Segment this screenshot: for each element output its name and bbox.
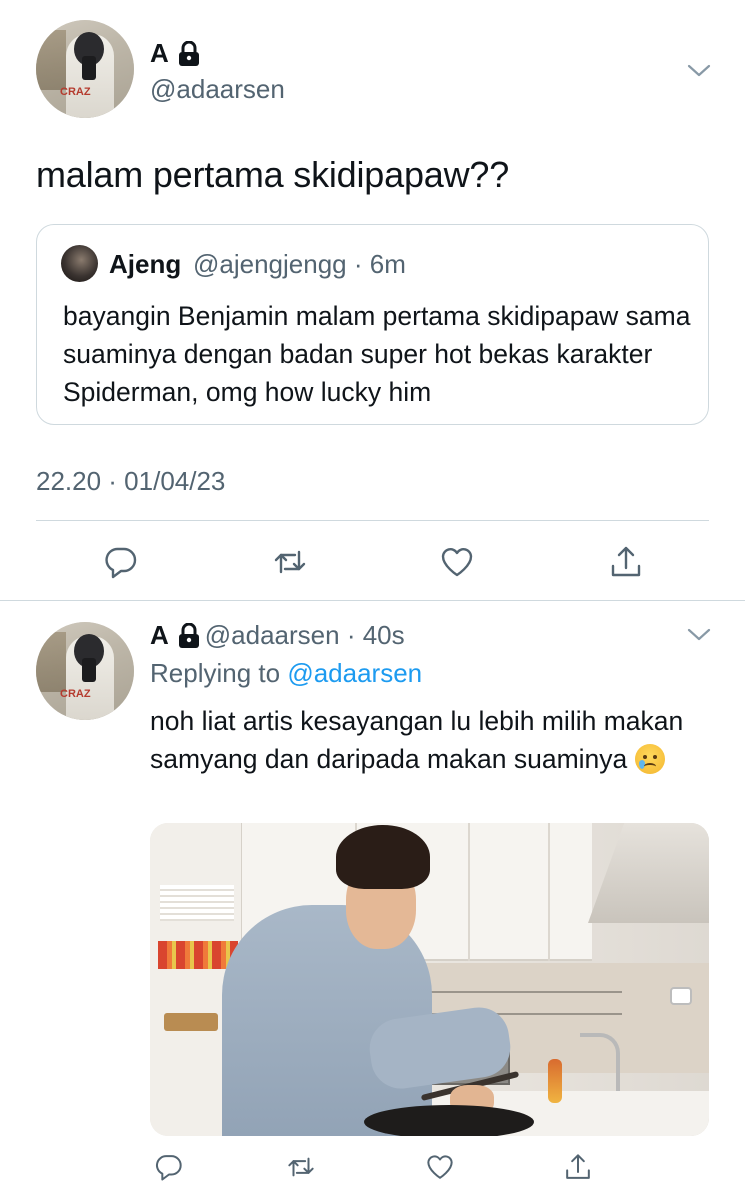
quoted-tweet[interactable]: Ajeng @ajengjengg · 6m bayangin Benjamin… bbox=[36, 224, 709, 425]
face-holding-back-tears-emoji bbox=[634, 744, 665, 774]
reply-image[interactable] bbox=[150, 823, 709, 1136]
author-name[interactable]: A bbox=[150, 38, 169, 69]
like-icon[interactable] bbox=[439, 544, 475, 580]
author-name-row[interactable]: A bbox=[150, 38, 199, 69]
divider bbox=[36, 520, 709, 521]
chevron-down-icon[interactable] bbox=[686, 626, 712, 644]
share-icon[interactable] bbox=[563, 1152, 593, 1182]
reply-icon[interactable] bbox=[103, 544, 139, 580]
reply-author-handle: @adaarsen · 40s bbox=[204, 620, 405, 650]
reply-author-avatar[interactable]: CRAZ bbox=[36, 622, 134, 720]
chevron-down-icon[interactable] bbox=[686, 62, 712, 80]
retweet-icon[interactable] bbox=[272, 544, 308, 580]
tweet-timestamp[interactable]: 22.20 · 01/04/23 bbox=[36, 466, 225, 497]
replying-to-line: Replying to @adaarsen bbox=[150, 658, 422, 689]
reply-author-name-row[interactable]: A @adaarsen · 40s bbox=[150, 620, 405, 651]
retweet-icon[interactable] bbox=[286, 1152, 316, 1182]
reply-icon[interactable] bbox=[154, 1152, 184, 1182]
tweet-separator bbox=[0, 600, 745, 601]
replying-to-link[interactable]: @adaarsen bbox=[287, 658, 422, 688]
reply-author-name[interactable]: A bbox=[150, 620, 169, 651]
quoted-tweet-text: bayangin Benjamin malam pertama skidipap… bbox=[63, 301, 691, 407]
author-handle[interactable]: @adaarsen bbox=[150, 74, 285, 105]
reply-text-block: noh liat artis kesayangan lu lebih milih… bbox=[150, 702, 710, 778]
tweet-text: malam pertama skidipapaw?? bbox=[36, 154, 510, 195]
author-avatar[interactable]: CRAZ bbox=[36, 20, 134, 118]
reply-text: noh liat artis kesayangan lu lebih milih… bbox=[150, 706, 684, 774]
replying-prefix: Replying to bbox=[150, 658, 281, 688]
like-icon[interactable] bbox=[425, 1152, 455, 1182]
quoted-author-name: Ajeng bbox=[109, 249, 182, 279]
lock-icon bbox=[177, 622, 199, 649]
quoted-author-avatar[interactable] bbox=[61, 245, 98, 282]
share-icon[interactable] bbox=[608, 544, 644, 580]
lock-icon bbox=[177, 40, 199, 67]
quoted-author-handle: @ajengjengg · 6m bbox=[193, 249, 406, 279]
